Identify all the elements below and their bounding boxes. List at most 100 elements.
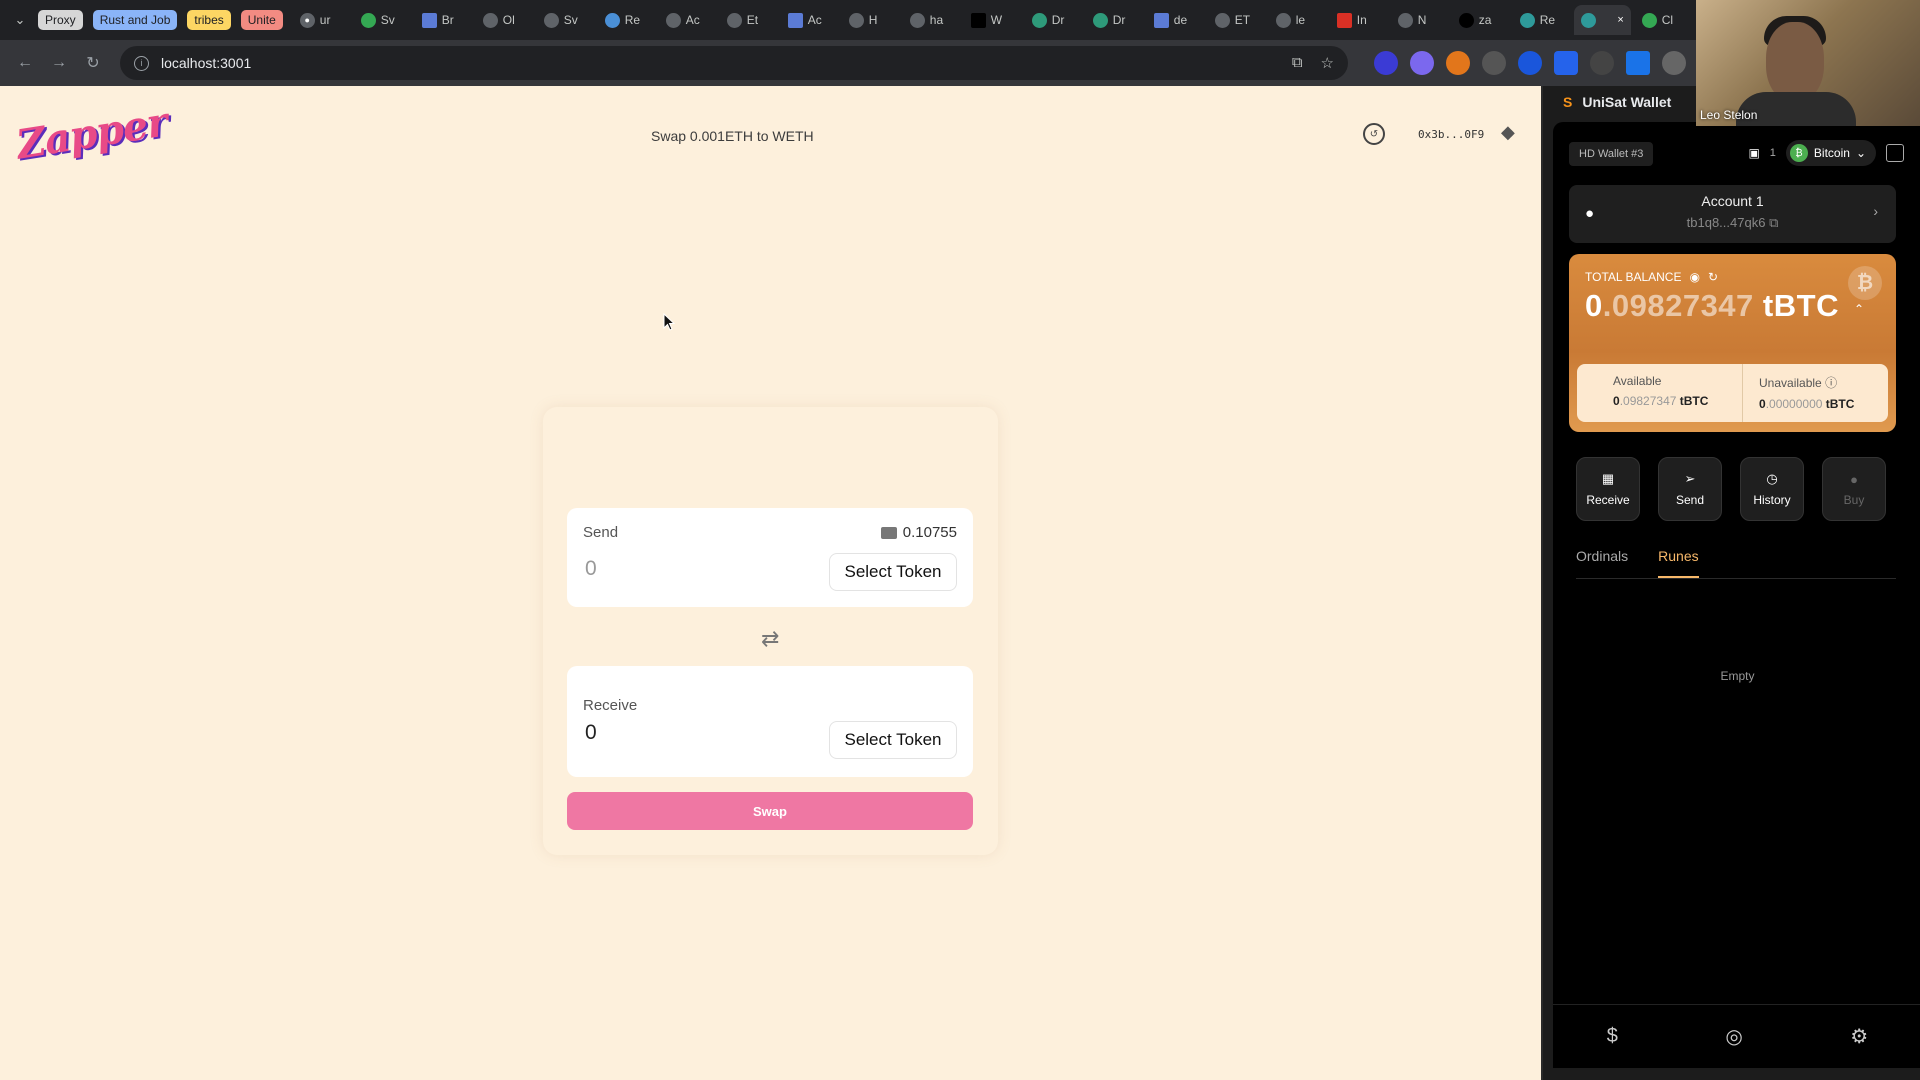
tab-title: In bbox=[1356, 13, 1367, 27]
tab-group-proxy[interactable]: Proxy bbox=[38, 10, 83, 30]
buy-button[interactable]: ● Buy bbox=[1822, 457, 1886, 521]
refresh-icon[interactable]: ↻ bbox=[1708, 270, 1718, 284]
zapper-logo[interactable]: Zapper bbox=[13, 98, 170, 168]
browser-tab[interactable]: In bbox=[1330, 5, 1387, 35]
swap-card: Send 0.10755 0 Select Token ⇄ Receive 0 … bbox=[543, 407, 998, 855]
tab-favicon-icon bbox=[543, 12, 559, 28]
tab-favicon-icon bbox=[848, 12, 864, 28]
extension-icon[interactable] bbox=[1626, 51, 1650, 75]
browser-tab[interactable]: Et bbox=[720, 5, 777, 35]
swap-button[interactable]: Swap bbox=[567, 792, 973, 830]
tab-title: de bbox=[1173, 13, 1188, 27]
extension-icon[interactable] bbox=[1410, 51, 1434, 75]
extension-icon[interactable] bbox=[1590, 51, 1614, 75]
eye-icon[interactable]: ◉ bbox=[1689, 270, 1699, 284]
swap-direction-icon[interactable]: ⇄ bbox=[761, 626, 779, 652]
browser-tab-strip: ⌄ Proxy Rust and Job tribes Unite ● ur Sv… bbox=[0, 0, 1920, 40]
browser-tab[interactable]: le bbox=[1269, 5, 1326, 35]
extension-icon[interactable] bbox=[1662, 51, 1686, 75]
forward-arrow-icon[interactable]: → bbox=[44, 48, 74, 78]
browser-tab[interactable]: Dr bbox=[1086, 5, 1143, 35]
browser-tab[interactable]: Dr bbox=[1025, 5, 1082, 35]
expand-view-icon[interactable] bbox=[1886, 144, 1904, 162]
browser-tab[interactable]: de bbox=[1147, 5, 1204, 35]
tab-group-rust-and-job[interactable]: Rust and Job bbox=[92, 10, 178, 30]
compass-icon[interactable]: ◎ bbox=[1725, 1024, 1742, 1049]
chevron-right-icon: › bbox=[1873, 203, 1878, 219]
extension-icon[interactable] bbox=[1374, 51, 1398, 75]
receive-button[interactable]: ▦ Receive bbox=[1576, 457, 1640, 521]
connected-sites-icon[interactable]: ▣ bbox=[1748, 146, 1759, 160]
browser-tab[interactable]: Sv bbox=[537, 5, 594, 35]
address-bar[interactable]: i localhost:3001 ⧉ ☆ bbox=[120, 46, 1348, 80]
browser-tab[interactable]: ● ur bbox=[293, 5, 350, 35]
send-button[interactable]: ➢ Send bbox=[1658, 457, 1722, 521]
browser-tab[interactable]: Ol bbox=[476, 5, 533, 35]
account-selector[interactable]: ● Account 1 tb1q8...47qk6 ⧉ › bbox=[1569, 185, 1896, 243]
browser-tab[interactable]: W bbox=[964, 5, 1021, 35]
history-icon[interactable]: ↺ bbox=[1363, 123, 1385, 145]
copy-icon[interactable]: ⧉ bbox=[1769, 215, 1778, 230]
bookmark-star-icon[interactable]: ☆ bbox=[1321, 54, 1334, 72]
wallet-switcher[interactable]: HD Wallet #3 bbox=[1569, 142, 1654, 166]
send-select-token-button[interactable]: Select Token bbox=[829, 553, 957, 591]
balance-unit: tBTC bbox=[1762, 288, 1839, 323]
browser-tab[interactable]: Re bbox=[1513, 5, 1570, 35]
page-title: Swap 0.001ETH to WETH bbox=[651, 128, 814, 144]
close-tab-icon[interactable]: × bbox=[1617, 14, 1623, 26]
browser-tab-active[interactable]: × bbox=[1573, 5, 1631, 35]
extensions-row bbox=[1374, 51, 1686, 75]
browser-tab[interactable]: ET bbox=[1208, 5, 1265, 35]
react-icon bbox=[1580, 12, 1596, 28]
tab-favicon-icon bbox=[665, 12, 681, 28]
send-amount-input[interactable]: 0 bbox=[585, 557, 597, 581]
install-app-icon[interactable]: ⧉ bbox=[1292, 54, 1303, 72]
account-address[interactable]: tb1q8...47qk6 ⧉ bbox=[1569, 215, 1896, 231]
metamask-icon[interactable] bbox=[1446, 51, 1470, 75]
web-page: Zapper Swap 0.001ETH to WETH ↺ 0x3b...0F… bbox=[0, 86, 1541, 1080]
browser-tab[interactable]: H bbox=[842, 5, 899, 35]
shield-extension-icon[interactable] bbox=[1518, 51, 1542, 75]
receive-amount-input[interactable]: 0 bbox=[585, 721, 597, 745]
receive-select-token-button[interactable]: Select Token bbox=[829, 721, 957, 759]
browser-tab[interactable]: Sv bbox=[354, 5, 411, 35]
browser-tab[interactable]: ha bbox=[903, 5, 960, 35]
ethereum-icon[interactable]: ◆ bbox=[1501, 122, 1515, 143]
extension-icon[interactable] bbox=[1554, 51, 1578, 75]
tab-group-unite[interactable]: Unite bbox=[240, 10, 283, 30]
wallet-home-icon[interactable]: $ bbox=[1607, 1025, 1618, 1048]
help-icon[interactable]: ⓘ bbox=[1825, 376, 1837, 390]
browser-tab[interactable]: Re bbox=[598, 5, 655, 35]
tab-group-tribes[interactable]: tribes bbox=[187, 10, 231, 30]
tab-title: ET bbox=[1234, 13, 1251, 27]
gear-icon[interactable]: ⚙ bbox=[1850, 1024, 1868, 1049]
browser-tab[interactable]: za bbox=[1452, 5, 1509, 35]
tab-title: Dr bbox=[1112, 13, 1126, 27]
available-int: 0 bbox=[1613, 394, 1620, 408]
tab-runes[interactable]: Runes bbox=[1658, 542, 1699, 578]
tab-favicon-icon bbox=[970, 12, 986, 28]
unavailable-frac: .00000000 bbox=[1765, 397, 1823, 411]
unisat-wallet: HD Wallet #3 ▣ 1 ₿ Bitcoin ⌄ ● Account 1… bbox=[1553, 122, 1920, 1068]
bitcoin-watermark-icon: ₿ bbox=[1848, 266, 1882, 300]
browser-tab[interactable]: Br bbox=[415, 5, 472, 35]
balance-frac: .09827347 bbox=[1602, 288, 1754, 323]
extension-icon[interactable] bbox=[1482, 51, 1506, 75]
browser-tab[interactable]: Ac bbox=[781, 5, 838, 35]
browser-tab[interactable]: Ac bbox=[659, 5, 716, 35]
site-info-icon[interactable]: i bbox=[134, 55, 149, 71]
back-arrow-icon[interactable]: ← bbox=[10, 48, 40, 78]
tab-ordinals[interactable]: Ordinals bbox=[1576, 542, 1628, 578]
mouse-cursor-icon bbox=[663, 313, 675, 331]
wallet-address[interactable]: 0x3b...0F9 bbox=[1418, 128, 1484, 141]
chevron-up-icon[interactable]: ⌃ bbox=[1854, 302, 1864, 316]
browser-tab[interactable]: Cl bbox=[1635, 5, 1692, 35]
reload-icon[interactable]: ↻ bbox=[78, 48, 108, 78]
available-frac: .09827347 bbox=[1619, 394, 1677, 408]
network-selector[interactable]: ₿ Bitcoin ⌄ bbox=[1785, 140, 1876, 166]
tab-search-button[interactable]: ⌄ bbox=[6, 6, 34, 34]
browser-tab[interactable]: N bbox=[1391, 5, 1448, 35]
history-button[interactable]: ◷ History bbox=[1740, 457, 1804, 521]
tab-favicon-icon bbox=[1458, 12, 1474, 28]
tab-title: ha bbox=[929, 13, 944, 27]
